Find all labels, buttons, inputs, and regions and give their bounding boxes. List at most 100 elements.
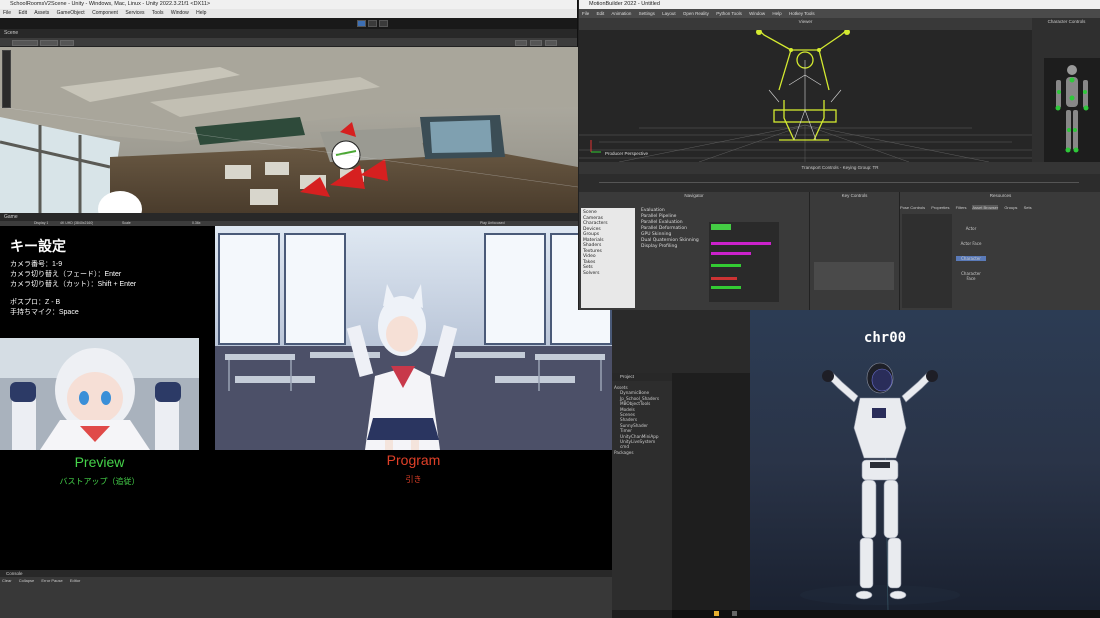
menu-services[interactable]: Services xyxy=(125,10,144,16)
mb-menu-layout[interactable]: Layout xyxy=(662,11,676,16)
preview-monitor xyxy=(0,338,199,450)
mb-menu-file[interactable]: File xyxy=(582,11,589,16)
mb-menu-python-tools[interactable]: Python Tools xyxy=(716,11,742,16)
resources-title: Resources xyxy=(989,193,1012,198)
menu-window[interactable]: Window xyxy=(171,10,189,16)
scene-grid-button[interactable] xyxy=(60,39,74,46)
resource-tabs: Pose Controls Properties Filters Asset B… xyxy=(900,204,1100,211)
character-controls-panel: Character Controls xyxy=(1032,18,1100,162)
console-error-pause-button[interactable]: Error Pause xyxy=(41,578,62,583)
console-clear-button[interactable]: Clear xyxy=(2,578,12,583)
asset-items: Actor Actor Face Character Character Fac… xyxy=(956,214,986,308)
asset-item-label[interactable]: Character Face xyxy=(956,271,986,281)
motionbuilder-window: MotionBuilder 2022 - Untitled File Edit … xyxy=(578,0,1100,310)
menu-help[interactable]: Help xyxy=(196,10,206,16)
character-controls-silhouette xyxy=(1055,65,1089,153)
mb-menubar: File Edit Animation Settings Layout Open… xyxy=(579,9,1100,18)
tab-scene[interactable]: Scene xyxy=(0,29,577,38)
project-item[interactable]: Packages xyxy=(614,450,670,455)
console-collapse-button[interactable]: Collapse xyxy=(19,578,35,583)
program-classroom-image xyxy=(215,226,612,450)
mb-menu-edit[interactable]: Edit xyxy=(597,11,605,16)
mb-menu-settings[interactable]: Settings xyxy=(639,11,655,16)
transport-controls-label: Transport Controls - Keying Group: TR xyxy=(579,162,1100,174)
tab-properties[interactable]: Properties xyxy=(931,205,949,210)
key-line: カメラ番号：1-9 xyxy=(10,261,63,268)
play-button[interactable] xyxy=(357,20,366,27)
console-panel: Console Clear Collapse Error Pause Edito… xyxy=(0,570,612,618)
step-button[interactable] xyxy=(379,20,388,27)
character-controls-figure[interactable] xyxy=(1044,58,1100,162)
unity-title: SchoolRoomsV2Scene - Unity - Windows, Ma… xyxy=(0,0,577,9)
key-layers-list[interactable] xyxy=(814,262,894,290)
key-controls-panel: Key Controls xyxy=(809,192,899,310)
tab-pose-controls[interactable]: Pose Controls xyxy=(900,205,925,210)
asset-folder-tree[interactable] xyxy=(902,214,952,308)
nav-item[interactable]: Solvers xyxy=(583,271,633,277)
character-controls-title: Character Controls xyxy=(1047,19,1086,24)
preview-character-image xyxy=(0,338,199,450)
menu-gameobject[interactable]: GameObject xyxy=(57,10,85,16)
key-line-spacer xyxy=(10,290,136,298)
evaluation-settings: Evaluation Parallel Pipeline Parallel Ev… xyxy=(641,208,705,308)
mb-menu-window[interactable]: Window xyxy=(749,11,765,16)
status-bar xyxy=(672,610,1100,618)
menu-tools[interactable]: Tools xyxy=(152,10,164,16)
scene-pivot-dropdown[interactable] xyxy=(40,39,58,46)
mb-viewer[interactable]: Producer Perspective xyxy=(579,30,1032,162)
mb-menu-help[interactable]: Help xyxy=(772,11,781,16)
tab-groups[interactable]: Groups xyxy=(1004,205,1017,210)
navigator-tree[interactable]: Scene Cameras Characters Devices Groups … xyxy=(581,208,635,308)
scene-toolbar xyxy=(0,38,577,47)
project-tree[interactable]: Assets DynamicBone Jp_School_Shaders MBO… xyxy=(612,381,672,459)
menu-edit[interactable]: Edit xyxy=(18,10,27,16)
key-settings-heading: キー設定 xyxy=(10,238,66,254)
preview-subtitle: バストアップ（追従） xyxy=(59,477,140,486)
navigator-panel: Navigator Scene Cameras Characters Devic… xyxy=(579,192,809,310)
pause-button[interactable] xyxy=(368,20,377,27)
profile-bar xyxy=(711,277,737,280)
profile-bar xyxy=(711,286,741,289)
character-preview-view: chr00 xyxy=(750,310,1100,610)
key-line: カメラ切り替え（フェード）：Enter xyxy=(10,271,122,278)
scene-light-button[interactable] xyxy=(530,39,542,46)
resources-panel: Resources Pose Controls Properties Filte… xyxy=(899,192,1100,310)
menu-assets[interactable]: Assets xyxy=(34,10,49,16)
unity-menubar: File Edit Assets GameObject Component Se… xyxy=(0,9,577,18)
key-line: カメラ切り替え（カット）：Shift + Enter xyxy=(10,281,137,288)
key-line: ポスプロ：Z - B xyxy=(10,299,61,306)
actor-icon[interactable] xyxy=(956,214,986,226)
mb-menu-hotkey-tools[interactable]: Hotkey Tools xyxy=(789,11,815,16)
project-panel: Project Assets DynamicBone Jp_School_Sha… xyxy=(612,373,672,610)
scene-view[interactable] xyxy=(0,47,578,213)
mb-skeleton-viewport xyxy=(579,30,1032,162)
console-editor-dropdown[interactable]: Editor xyxy=(70,578,80,583)
key-controls-title: Key Controls xyxy=(841,193,868,198)
scene-2d-button[interactable] xyxy=(515,39,527,46)
tab-asset-browser[interactable]: Asset Browser xyxy=(972,205,999,210)
scene-tools-palette[interactable] xyxy=(2,50,11,108)
scene-audio-button[interactable] xyxy=(545,39,557,46)
character-icon[interactable] xyxy=(956,246,986,256)
profile-bar xyxy=(711,242,771,245)
profile-bar xyxy=(711,224,731,230)
menu-file[interactable]: File xyxy=(3,10,11,16)
mb-menu-open-reality[interactable]: Open Reality xyxy=(683,11,709,16)
tab-sets[interactable]: Sets xyxy=(1024,205,1032,210)
scene-gizmo-dropdown[interactable] xyxy=(12,39,38,46)
mb-menu-animation[interactable]: Animation xyxy=(611,11,631,16)
menu-component[interactable]: Component xyxy=(92,10,118,16)
timeline-track xyxy=(599,182,1079,183)
character-face-icon[interactable] xyxy=(956,261,986,271)
setting-checkbox[interactable]: Display Profiling xyxy=(641,244,705,250)
project-tab[interactable]: Project xyxy=(612,373,672,381)
actor-face-icon[interactable] xyxy=(956,231,986,241)
program-subtitle: 引き xyxy=(405,475,422,484)
classroom-scene-image xyxy=(0,47,578,213)
console-toolbar: Clear Collapse Error Pause Editor xyxy=(0,577,612,584)
profiling-graph xyxy=(709,222,779,302)
console-tab[interactable]: Console xyxy=(0,570,612,577)
tab-filters[interactable]: Filters xyxy=(956,205,967,210)
mb-timeline[interactable] xyxy=(579,174,1100,192)
profile-bar xyxy=(711,252,751,255)
